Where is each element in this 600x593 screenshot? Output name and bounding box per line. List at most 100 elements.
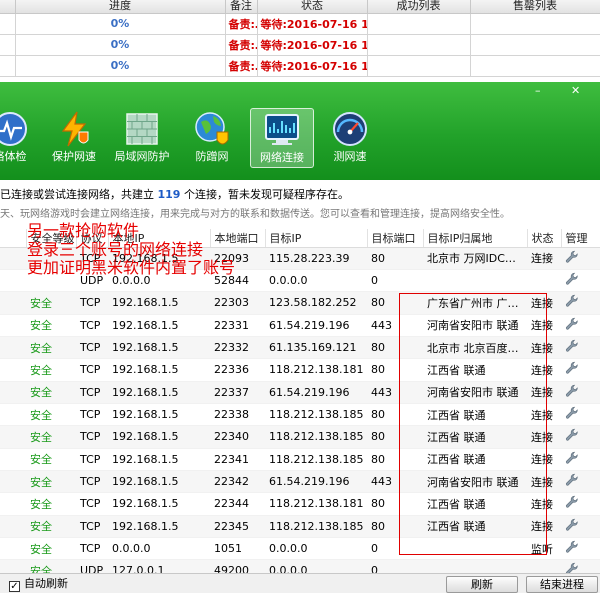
toolbar-item-anti-leech[interactable]: 防蹭网 (180, 108, 244, 168)
wrench-icon[interactable] (565, 384, 579, 398)
wrench-icon[interactable] (565, 406, 579, 420)
remote-ip: 61.135.169.121 (265, 336, 367, 360)
wrench-icon[interactable] (565, 339, 579, 353)
local-port: 22331 (210, 314, 265, 337)
manage-cell[interactable] (561, 269, 600, 293)
remote-port: 0 (367, 269, 423, 293)
local-port: 22338 (210, 403, 265, 427)
task-status: 等待:2016-07-16 11:… (257, 34, 368, 56)
col-header-soldout-list[interactable]: 售罄列表 (470, 0, 600, 14)
col-header-remote-location[interactable]: 目标IP归属地 (423, 229, 528, 248)
row-spacer (0, 381, 26, 404)
local-port: 22345 (210, 515, 265, 538)
toolbar-item-lan-protection[interactable]: 局域网防护 (110, 108, 174, 168)
col-header-note[interactable]: 备注 (225, 0, 258, 14)
remote-ip: 118.212.138.185 (265, 425, 367, 449)
local-port: 22303 (210, 291, 265, 315)
remote-ip: 118.212.138.185 (265, 403, 367, 427)
protocol: TCP (76, 403, 108, 427)
col-header-remote-port[interactable]: 目标端口 (367, 229, 424, 248)
auto-refresh-checkbox[interactable]: ✓ 自动刷新 (9, 577, 68, 592)
row-spacer (0, 336, 26, 360)
toolbar-item-speed-test[interactable]: 测网速 (318, 108, 382, 168)
col-header-state[interactable]: 状态 (527, 229, 562, 248)
refresh-button[interactable]: 刷新 (446, 576, 518, 593)
remote-location: 北京市 万网IDC… (423, 247, 527, 270)
wrench-icon[interactable] (565, 473, 579, 487)
wrench-icon[interactable] (565, 317, 579, 331)
manage-cell[interactable] (561, 358, 600, 382)
toolbar-item-network-connections[interactable]: 网络连接 (250, 108, 314, 168)
task-row[interactable]: 0%备责:…等待:2016-07-16 11:… (0, 13, 600, 35)
manage-cell[interactable] (561, 425, 600, 449)
safety-level: 安全 (26, 492, 76, 516)
wrench-icon[interactable] (565, 294, 579, 308)
row-spacer (0, 358, 26, 382)
remote-ip: 61.54.219.196 (265, 314, 367, 337)
wrench-icon[interactable] (565, 540, 579, 554)
manage-cell[interactable] (561, 336, 600, 360)
toolbar-item-protect-speed[interactable]: 保护网速 (42, 108, 106, 168)
manage-cell[interactable] (561, 381, 600, 404)
manage-cell[interactable] (561, 314, 600, 337)
wrench-icon[interactable] (565, 272, 579, 286)
manage-cell[interactable] (561, 403, 600, 427)
manage-cell[interactable] (561, 537, 600, 561)
wrench-icon[interactable] (565, 518, 579, 532)
col-header-remote-ip[interactable]: 目标IP (265, 229, 368, 248)
remote-ip: 118.212.138.185 (265, 515, 367, 538)
bottom-bar: ✓ 自动刷新 刷新 结束进程 (0, 573, 600, 593)
safety-level: 安全 (26, 314, 76, 337)
protocol: TCP (76, 470, 108, 494)
manage-cell[interactable] (561, 448, 600, 471)
safety-level: 安全 (26, 470, 76, 494)
protocol: TCP (76, 492, 108, 516)
wrench-icon[interactable] (565, 428, 579, 442)
manage-cell[interactable] (561, 291, 600, 315)
protocol: TCP (76, 291, 108, 315)
wrench-icon[interactable] (565, 495, 579, 509)
local-ip: 192.168.1.5 (108, 448, 210, 471)
end-process-button[interactable]: 结束进程 (526, 576, 598, 593)
toolbar-label: 保护网速 (52, 150, 96, 163)
wrench-icon[interactable] (565, 451, 579, 465)
connection-state (527, 269, 561, 293)
manage-cell[interactable] (561, 247, 600, 270)
local-ip: 192.168.1.5 (108, 381, 210, 404)
manage-cell[interactable] (561, 470, 600, 494)
local-ip: 192.168.1.5 (108, 291, 210, 315)
task-list-panel: 进度 备注 状态 成功列表 售罄列表 0%备责:…等待:2016-07-16 1… (0, 0, 600, 82)
protocol: TCP (76, 381, 108, 404)
task-row[interactable]: 0%备责:…等待:2016-07-16 11:… (0, 55, 600, 77)
col-header-blank (0, 229, 27, 248)
task-table: 进度 备注 状态 成功列表 售罄列表 0%备责:…等待:2016-07-16 1… (0, 0, 600, 77)
speedometer-icon (333, 112, 367, 146)
safety-level: 安全 (26, 515, 76, 538)
toolbar-label: 网络连接 (260, 151, 304, 164)
col-header-manage[interactable]: 管理 (561, 229, 600, 248)
minimize-button[interactable]: – (535, 85, 541, 97)
wrench-icon[interactable] (565, 361, 579, 375)
col-header-progress[interactable]: 进度 (15, 0, 226, 14)
manage-cell[interactable] (561, 492, 600, 516)
task-row[interactable]: 0%备责:…等待:2016-07-16 11:… (0, 34, 600, 56)
row-spacer (0, 470, 26, 494)
checkmark-icon[interactable]: ✓ (9, 581, 20, 592)
safety-level: 安全 (26, 403, 76, 427)
firewall-icon (126, 113, 158, 145)
safety-level: 安全 (26, 336, 76, 360)
protocol: TCP (76, 448, 108, 471)
lightning-shield-icon (61, 111, 89, 147)
wrench-icon[interactable] (565, 250, 579, 264)
col-header-status[interactable]: 状态 (257, 0, 368, 14)
remote-ip: 123.58.182.252 (265, 291, 367, 315)
red-highlight-box (399, 293, 547, 555)
safety-level: 安全 (26, 425, 76, 449)
local-ip: 192.168.1.5 (108, 470, 210, 494)
col-header-success-list[interactable]: 成功列表 (367, 0, 471, 14)
local-ip: 192.168.1.5 (108, 425, 210, 449)
task-progress: 0% (15, 34, 226, 56)
toolbar-item-network-checkup[interactable]: 络体检 (0, 108, 42, 168)
manage-cell[interactable] (561, 515, 600, 538)
close-button[interactable]: ✕ (571, 85, 580, 97)
